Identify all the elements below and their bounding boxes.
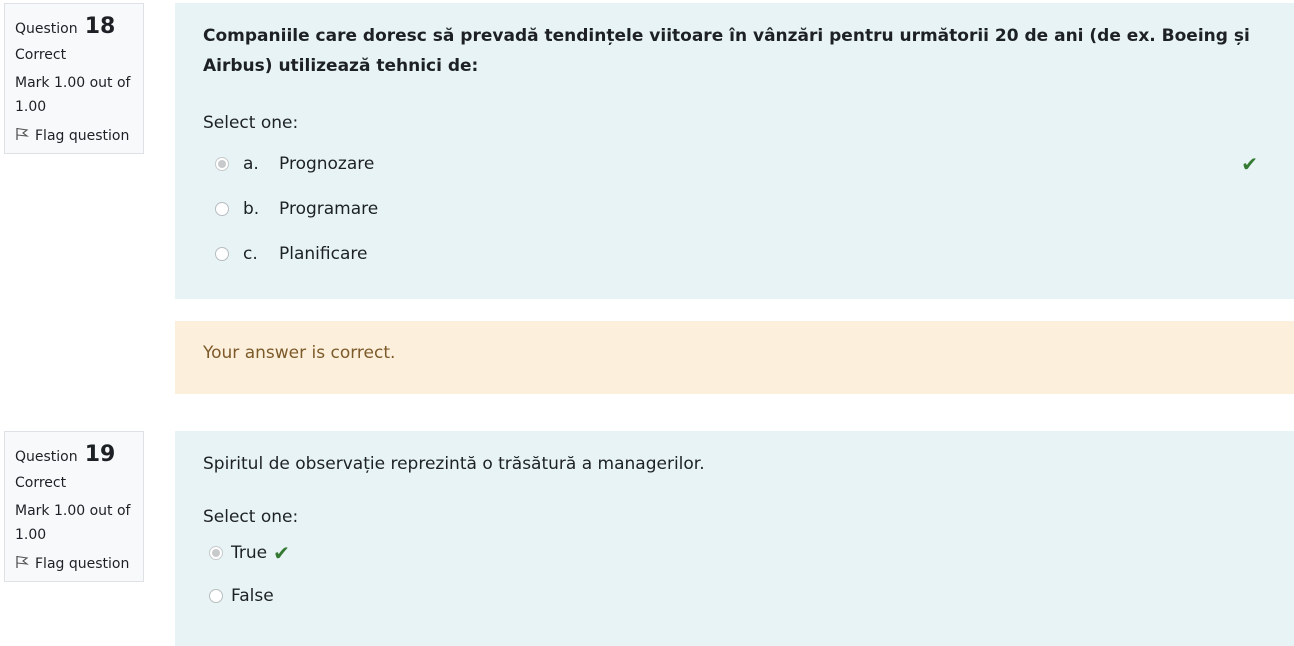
answer-option-false[interactable]: False bbox=[203, 574, 1266, 617]
flag-question-label: Flag question bbox=[35, 556, 130, 572]
check-icon: ✔ bbox=[1241, 151, 1258, 176]
answer-option-c[interactable]: c. Planificare bbox=[203, 231, 1266, 276]
question-info-18: Question 18 Correct Mark 1.00 out of 1.0… bbox=[4, 3, 144, 154]
option-text: Prognozare bbox=[279, 153, 375, 174]
select-prompt: Select one: bbox=[203, 507, 299, 527]
option-text: False bbox=[231, 585, 274, 606]
flag-question-label: Flag question bbox=[35, 128, 130, 144]
question-label: Question bbox=[15, 449, 78, 465]
answer-option-true[interactable]: True ✔ bbox=[203, 531, 1266, 574]
option-text: Planificare bbox=[279, 243, 368, 264]
check-icon: ✔ bbox=[273, 540, 290, 565]
question-formulation-18: Companiile care doresc să prevadă tendin… bbox=[175, 3, 1294, 299]
flag-question-link[interactable]: Flag question bbox=[15, 555, 133, 573]
option-letter: a. bbox=[243, 153, 259, 174]
feedback-box: Your answer is correct. bbox=[175, 321, 1294, 394]
question-info-19: Question 19 Correct Mark 1.00 out of 1.0… bbox=[4, 431, 144, 582]
question-number: Question 19 bbox=[15, 442, 133, 467]
question-label: Question bbox=[15, 21, 78, 37]
flag-icon bbox=[15, 555, 29, 573]
question-number-value: 19 bbox=[84, 442, 116, 467]
answer-option-b[interactable]: b. Programare bbox=[203, 186, 1266, 231]
select-prompt: Select one: bbox=[203, 113, 299, 133]
flag-question-link[interactable]: Flag question bbox=[15, 127, 133, 145]
answer-options: a. Prognozare ✔ b. Programare c. Planifi… bbox=[203, 141, 1266, 276]
question-text: Spiritul de observație reprezintă o trăs… bbox=[203, 454, 705, 474]
option-text: True bbox=[231, 542, 268, 563]
option-letter: b. bbox=[243, 198, 260, 219]
radio-button[interactable] bbox=[209, 588, 223, 603]
question-text: Companiile care doresc să prevadă tendin… bbox=[203, 26, 1250, 76]
question-state: Correct bbox=[15, 47, 67, 63]
question-number: Question 18 bbox=[15, 14, 133, 39]
radio-button[interactable] bbox=[209, 545, 223, 560]
question-state: Correct bbox=[15, 475, 67, 491]
answer-options: True ✔ False bbox=[203, 531, 1266, 617]
question-formulation-19: Spiritul de observație reprezintă o trăs… bbox=[175, 431, 1294, 646]
radio-button[interactable] bbox=[215, 201, 229, 216]
question-number-value: 18 bbox=[84, 14, 116, 39]
radio-button[interactable] bbox=[215, 156, 229, 171]
feedback-text: Your answer is correct. bbox=[203, 343, 396, 363]
answer-option-a[interactable]: a. Prognozare ✔ bbox=[203, 141, 1266, 186]
question-grade: Mark 1.00 out of 1.00 bbox=[15, 503, 131, 543]
option-letter: c. bbox=[243, 243, 258, 264]
option-text: Programare bbox=[279, 198, 379, 219]
flag-icon bbox=[15, 127, 29, 145]
question-grade: Mark 1.00 out of 1.00 bbox=[15, 75, 131, 115]
radio-button[interactable] bbox=[215, 246, 229, 261]
